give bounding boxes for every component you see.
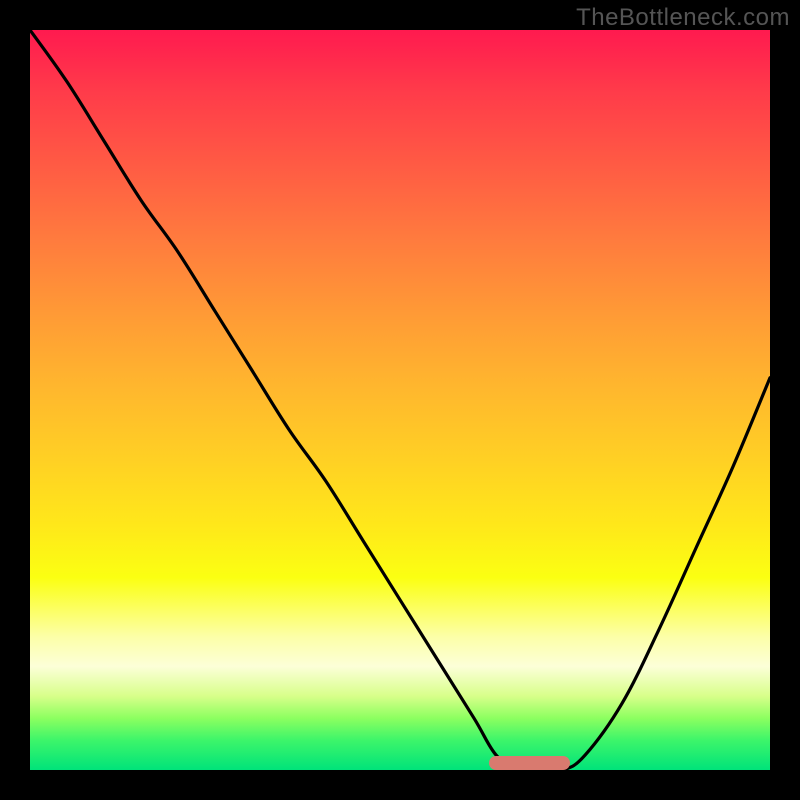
optimal-range-marker [489, 756, 570, 770]
watermark-text: TheBottleneck.com [576, 4, 790, 32]
plot-area [30, 30, 770, 770]
bottleneck-curve [30, 30, 770, 770]
chart-frame: TheBottleneck.com [0, 0, 800, 800]
